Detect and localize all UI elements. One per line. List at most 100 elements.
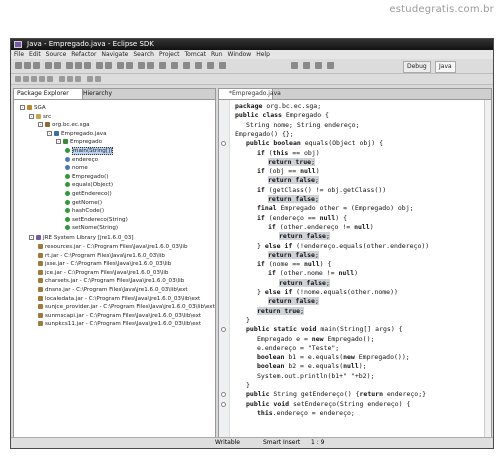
code-line[interactable]: return false; bbox=[268, 176, 319, 185]
code-editor[interactable]: *Empregado.java package org.bc.ec.sga; pu… bbox=[218, 88, 492, 438]
toolbar-button-icon[interactable] bbox=[84, 62, 91, 69]
code-line[interactable]: if (other.endereço != null) bbox=[268, 223, 374, 231]
code-line[interactable]: this.endereço = endereço; bbox=[257, 409, 355, 417]
fold-toggle-icon[interactable] bbox=[221, 327, 226, 333]
toolbar-button-icon[interactable] bbox=[96, 62, 103, 69]
code-line[interactable]: package org.bc.ec.sga; bbox=[235, 102, 321, 110]
menu-run[interactable]: Run bbox=[211, 51, 223, 58]
toolbar-button-icon[interactable] bbox=[183, 62, 190, 69]
toolbar-button-icon[interactable] bbox=[15, 62, 22, 69]
tree-item-method[interactable]: getEndereco() bbox=[65, 190, 112, 198]
code-line[interactable]: } bbox=[246, 316, 250, 324]
fold-toggle-icon[interactable] bbox=[221, 392, 226, 398]
menu-help[interactable]: Help bbox=[256, 51, 270, 58]
toolbar-button-icon[interactable] bbox=[95, 76, 101, 82]
menu-window[interactable]: Window bbox=[228, 51, 252, 58]
code-line[interactable]: } else if (!endereço.equals(other.endere… bbox=[257, 242, 429, 250]
fold-toggle-icon[interactable] bbox=[221, 141, 226, 147]
tree-item-folder[interactable]: - src bbox=[29, 113, 51, 121]
tree-item-jar[interactable]: rt.jar - C:\Program Files\Java\jre1.6.0_… bbox=[38, 252, 165, 260]
tree-item-jar[interactable]: charsets.jar - C:\Program Files\Java\jre… bbox=[38, 277, 184, 285]
code-line[interactable]: public String getEndereço() {return ende… bbox=[246, 390, 426, 398]
tree-item-jar[interactable]: sunmscapi.jar - C:\Program Files\Java\jr… bbox=[38, 312, 201, 320]
code-line[interactable]: Empregado() {}; bbox=[235, 130, 294, 138]
toolbar-button-icon[interactable] bbox=[67, 76, 73, 82]
menu-search[interactable]: Search bbox=[133, 51, 154, 58]
tree-item-method[interactable]: Empregado() bbox=[65, 173, 108, 181]
toolbar-button-icon[interactable] bbox=[24, 62, 31, 69]
tree-item-method[interactable]: getNome() bbox=[65, 199, 102, 207]
tree-expander-icon[interactable]: - bbox=[29, 113, 34, 119]
code-line[interactable]: boolean b1 = e.equals(new Empregado()); bbox=[257, 353, 410, 361]
fold-toggle-icon[interactable] bbox=[221, 401, 226, 407]
tree-item-jar[interactable]: sunjce_provider.jar - C:\Program Files\J… bbox=[38, 303, 215, 311]
toolbar-button-icon[interactable] bbox=[303, 62, 310, 69]
tree-expander-icon[interactable]: - bbox=[20, 105, 25, 110]
code-line[interactable]: boolean b2 = e.equals(null); bbox=[257, 362, 367, 370]
toolbar-button-icon[interactable] bbox=[291, 62, 298, 69]
code-line[interactable]: public class Empregado { bbox=[235, 111, 329, 119]
toolbar-button-icon[interactable] bbox=[15, 76, 21, 82]
toolbar-button-icon[interactable] bbox=[87, 76, 93, 82]
code-line[interactable]: return false; bbox=[268, 297, 319, 306]
tree-item-field[interactable]: endereço bbox=[65, 156, 98, 164]
toolbar-button-icon[interactable] bbox=[195, 62, 202, 69]
toolbar-button-icon[interactable] bbox=[54, 62, 61, 69]
toolbar-button-icon[interactable] bbox=[31, 76, 37, 82]
tree-item-method[interactable]: main(String[]) bbox=[65, 147, 114, 155]
code-line[interactable]: if (getClass() != obj.getClass()) bbox=[257, 186, 386, 194]
menu-file[interactable]: File bbox=[14, 51, 24, 58]
code-line[interactable]: return false; bbox=[279, 278, 330, 287]
tree-item-project[interactable]: - SGA bbox=[20, 104, 46, 112]
tree-item-jar[interactable]: sunpkcs11.jar - C:\Program Files\Java\jr… bbox=[38, 320, 201, 328]
code-line[interactable]: public void setEndereço(String endereço)… bbox=[246, 400, 410, 408]
debug-perspective-button[interactable]: Debug bbox=[403, 61, 431, 73]
tree-item-method[interactable]: equals(Object) bbox=[65, 181, 113, 189]
code-line[interactable]: return false; bbox=[268, 250, 319, 259]
tree-item-class[interactable]: - Empregado bbox=[56, 138, 102, 146]
tree-item-jar[interactable]: resources.jar - C:\Program Files\Java\jr… bbox=[38, 243, 188, 251]
tree-item-package[interactable]: - org.bc.ec.sga bbox=[38, 121, 90, 129]
tab-empregado-java[interactable]: *Empregado.java bbox=[219, 89, 281, 99]
menu-refactor[interactable]: Refactor bbox=[71, 51, 96, 58]
code-line[interactable]: Empregado e = new Empregado(); bbox=[257, 335, 374, 343]
toolbar-button-icon[interactable] bbox=[138, 62, 145, 69]
code-line[interactable]: if (nome == null) { bbox=[257, 260, 331, 268]
menu-project[interactable]: Project bbox=[159, 51, 180, 58]
menu-source[interactable]: Source bbox=[46, 51, 67, 58]
menu-edit[interactable]: Edit bbox=[29, 51, 41, 58]
tree-item-jar[interactable]: jce.jar - C:\Program Files\Java\jre1.6.0… bbox=[38, 269, 168, 277]
tree-item-method[interactable]: setEndereco(String) bbox=[65, 216, 128, 224]
toolbar-button-icon[interactable] bbox=[45, 62, 52, 69]
code-line[interactable]: String nome; String endereço; bbox=[246, 121, 360, 129]
code-line[interactable]: e.endereço = "Teste"; bbox=[257, 344, 339, 352]
toolbar-button-icon[interactable] bbox=[207, 62, 214, 69]
toolbar-button-icon[interactable] bbox=[171, 62, 178, 69]
code-line[interactable]: if (obj == null) bbox=[257, 167, 320, 175]
code-line[interactable]: } bbox=[246, 381, 250, 389]
menu-tomcat[interactable]: Tomcat bbox=[185, 51, 207, 58]
toolbar-button-icon[interactable] bbox=[39, 76, 45, 82]
toolbar-button-icon[interactable] bbox=[219, 62, 226, 69]
tree-item-method[interactable]: setNome(String) bbox=[65, 224, 118, 232]
tree-item-jar[interactable]: dnsns.jar - C:\Program Files\Java\jre1.6… bbox=[38, 286, 188, 294]
toolbar-button-icon[interactable] bbox=[33, 62, 40, 69]
code-line[interactable]: public static void main(String[] args) { bbox=[246, 325, 403, 333]
toolbar-button-icon[interactable] bbox=[315, 62, 322, 69]
toolbar-button-icon[interactable] bbox=[147, 62, 154, 69]
code-line[interactable]: System.out.println(b1+" "+b2); bbox=[257, 372, 374, 380]
tab-hierarchy[interactable]: Hierarchy bbox=[80, 89, 115, 99]
tree-item-jar[interactable]: localedata.jar - C:\Program Files\Java\j… bbox=[38, 295, 200, 303]
toolbar-button-icon[interactable] bbox=[159, 62, 166, 69]
code-line[interactable]: return true; bbox=[257, 306, 304, 315]
tree-expander-icon[interactable]: - bbox=[56, 139, 61, 145]
tree-item-library[interactable]: - JRE System Library [jre1.6.0_03] bbox=[29, 234, 134, 242]
code-line[interactable]: return false; bbox=[268, 195, 319, 203]
java-perspective-button[interactable]: Java bbox=[435, 61, 456, 73]
toolbar-button-icon[interactable] bbox=[66, 62, 73, 69]
toolbar-button-icon[interactable] bbox=[59, 76, 65, 82]
toolbar-button-icon[interactable] bbox=[126, 62, 133, 69]
tab-package-explorer[interactable]: Package Explorer bbox=[14, 89, 83, 99]
code-line[interactable]: final Empregado other = (Empregado) obj; bbox=[257, 204, 414, 212]
code-line[interactable]: public boolean equals(Object obj) { bbox=[246, 139, 383, 147]
